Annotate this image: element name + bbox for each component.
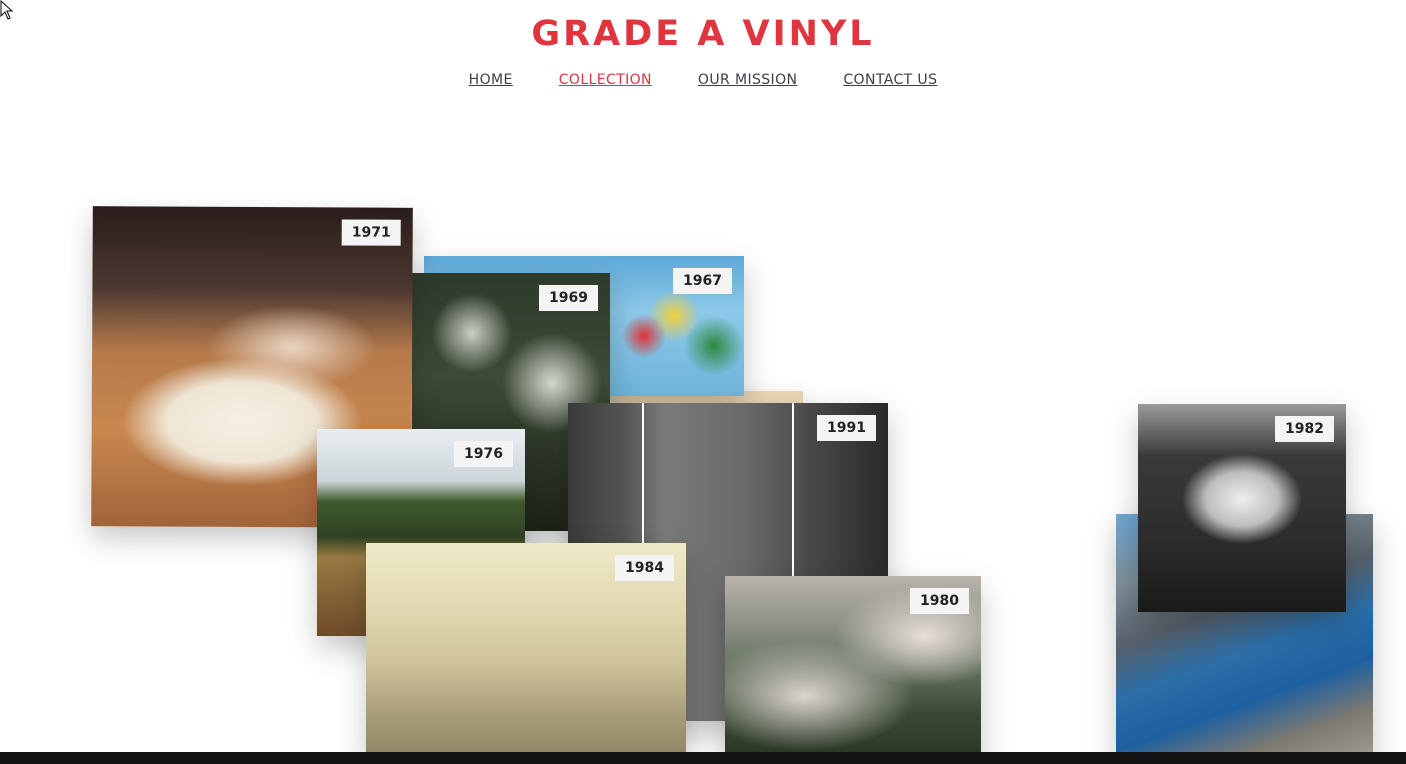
year-label: 1969: [539, 285, 598, 311]
site-logo[interactable]: GRADE A VINYL: [0, 14, 1406, 54]
nav-contact-us[interactable]: CONTACT US: [843, 72, 937, 88]
album-card-1980[interactable]: 1980: [725, 576, 981, 758]
site-header: GRADE A VINYL HOME COLLECTION OUR MISSIO…: [0, 0, 1406, 110]
year-label: 1976: [454, 441, 513, 467]
main-nav: HOME COLLECTION OUR MISSION CONTACT US: [0, 72, 1406, 88]
nav-home[interactable]: HOME: [469, 72, 513, 88]
year-label: 1982: [1275, 416, 1334, 442]
footer-bar: [0, 752, 1406, 764]
year-label: 1971: [341, 219, 401, 246]
year-label: 1967: [673, 268, 732, 294]
nav-collection[interactable]: COLLECTION: [559, 72, 652, 88]
album-card-1982[interactable]: 1982: [1138, 404, 1346, 612]
album-card-1984[interactable]: 1984: [366, 543, 686, 758]
nav-our-mission[interactable]: OUR MISSION: [698, 72, 797, 88]
year-label: 1980: [910, 588, 969, 614]
year-label: 1991: [817, 415, 876, 441]
year-label: 1984: [615, 555, 674, 581]
